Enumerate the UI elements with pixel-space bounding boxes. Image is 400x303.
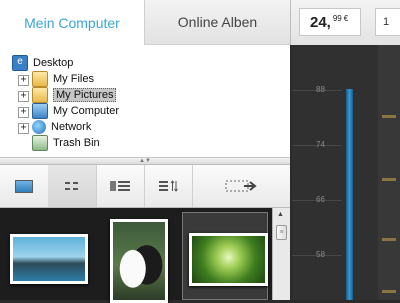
tab-online-alben[interactable]: Online Alben xyxy=(144,0,290,45)
price-header: 24, 99 € 1 xyxy=(290,0,400,45)
left-panel: Mein Computer Online Alben e Desktop + M… xyxy=(0,0,290,303)
folder-icon xyxy=(32,71,48,87)
scroll-thumb[interactable]: ≡ xyxy=(276,225,287,240)
chart-marker xyxy=(382,290,396,293)
network-icon xyxy=(32,120,46,134)
tree-item-my-pictures[interactable]: My Pictures xyxy=(32,87,117,103)
gallery-scrollbar[interactable]: ▲ ≡ xyxy=(272,208,290,300)
folder-tree: e Desktop + My Files + My Pictures + My … xyxy=(0,45,290,157)
tree-item-trash-bin[interactable]: Trash Bin xyxy=(32,135,100,151)
tree-item-my-computer[interactable]: My Computer xyxy=(32,103,119,119)
tree-item-my-files[interactable]: My Files xyxy=(32,71,94,87)
tree-item-label: My Computer xyxy=(53,105,120,117)
tick-label: 66 xyxy=(316,195,325,204)
price-secondary-value: 1 xyxy=(383,16,390,28)
price-currency: € xyxy=(343,14,349,23)
price-box-secondary: 1 xyxy=(375,8,400,36)
expand-icon[interactable]: + xyxy=(18,107,29,118)
photo-gallery xyxy=(0,208,290,303)
sort-button[interactable] xyxy=(144,165,193,207)
expand-icon[interactable]: + xyxy=(18,75,29,86)
grid-view-icon xyxy=(65,182,78,190)
tree-item-label: My Pictures xyxy=(53,88,117,102)
chart-column xyxy=(378,45,400,300)
photo-thumbnail[interactable] xyxy=(110,219,168,303)
computer-icon xyxy=(32,103,48,119)
tree-item-label: Desktop xyxy=(33,57,74,69)
desktop-icon: e xyxy=(12,55,28,71)
chart-marker xyxy=(382,238,396,241)
panel-splitter[interactable]: ▲▼ xyxy=(0,157,290,165)
export-icon xyxy=(225,180,257,192)
chart-marker xyxy=(382,178,396,181)
tree-item-desktop[interactable]: e Desktop xyxy=(12,55,73,71)
grid-view-button[interactable] xyxy=(48,165,97,207)
tree-item-label: Network xyxy=(51,121,92,133)
view-toolbar xyxy=(0,165,290,208)
single-view-icon xyxy=(15,179,33,193)
export-button[interactable] xyxy=(192,165,290,207)
tick-label: 74 xyxy=(316,140,325,149)
tick-label: 88 xyxy=(316,85,325,94)
trash-icon xyxy=(32,135,48,151)
price-integer: 24, xyxy=(310,13,331,31)
level-bar xyxy=(346,89,353,300)
folder-icon xyxy=(32,87,48,103)
photo-thumbnail[interactable] xyxy=(189,233,268,286)
tree-item-network[interactable]: Network xyxy=(32,119,91,135)
tree-item-label: Trash Bin xyxy=(53,137,100,149)
tab-mein-computer[interactable]: Mein Computer xyxy=(0,0,144,45)
rating-chart: 88 74 66 58 xyxy=(292,45,400,300)
sort-icon xyxy=(159,180,178,192)
expand-icon[interactable]: + xyxy=(18,91,29,102)
price-cents: 99 xyxy=(332,14,342,23)
list-view-icon xyxy=(110,181,130,191)
scroll-up-icon[interactable]: ▲ xyxy=(277,211,284,218)
tree-item-label: My Files xyxy=(53,73,94,85)
chart-marker xyxy=(382,115,396,118)
photo-thumbnail[interactable] xyxy=(10,234,88,284)
price-box: 24, 99 € xyxy=(299,8,361,36)
single-view-button[interactable] xyxy=(0,165,49,207)
list-view-button[interactable] xyxy=(96,165,145,207)
tick-label: 58 xyxy=(316,250,325,259)
expand-icon[interactable]: + xyxy=(18,123,29,134)
